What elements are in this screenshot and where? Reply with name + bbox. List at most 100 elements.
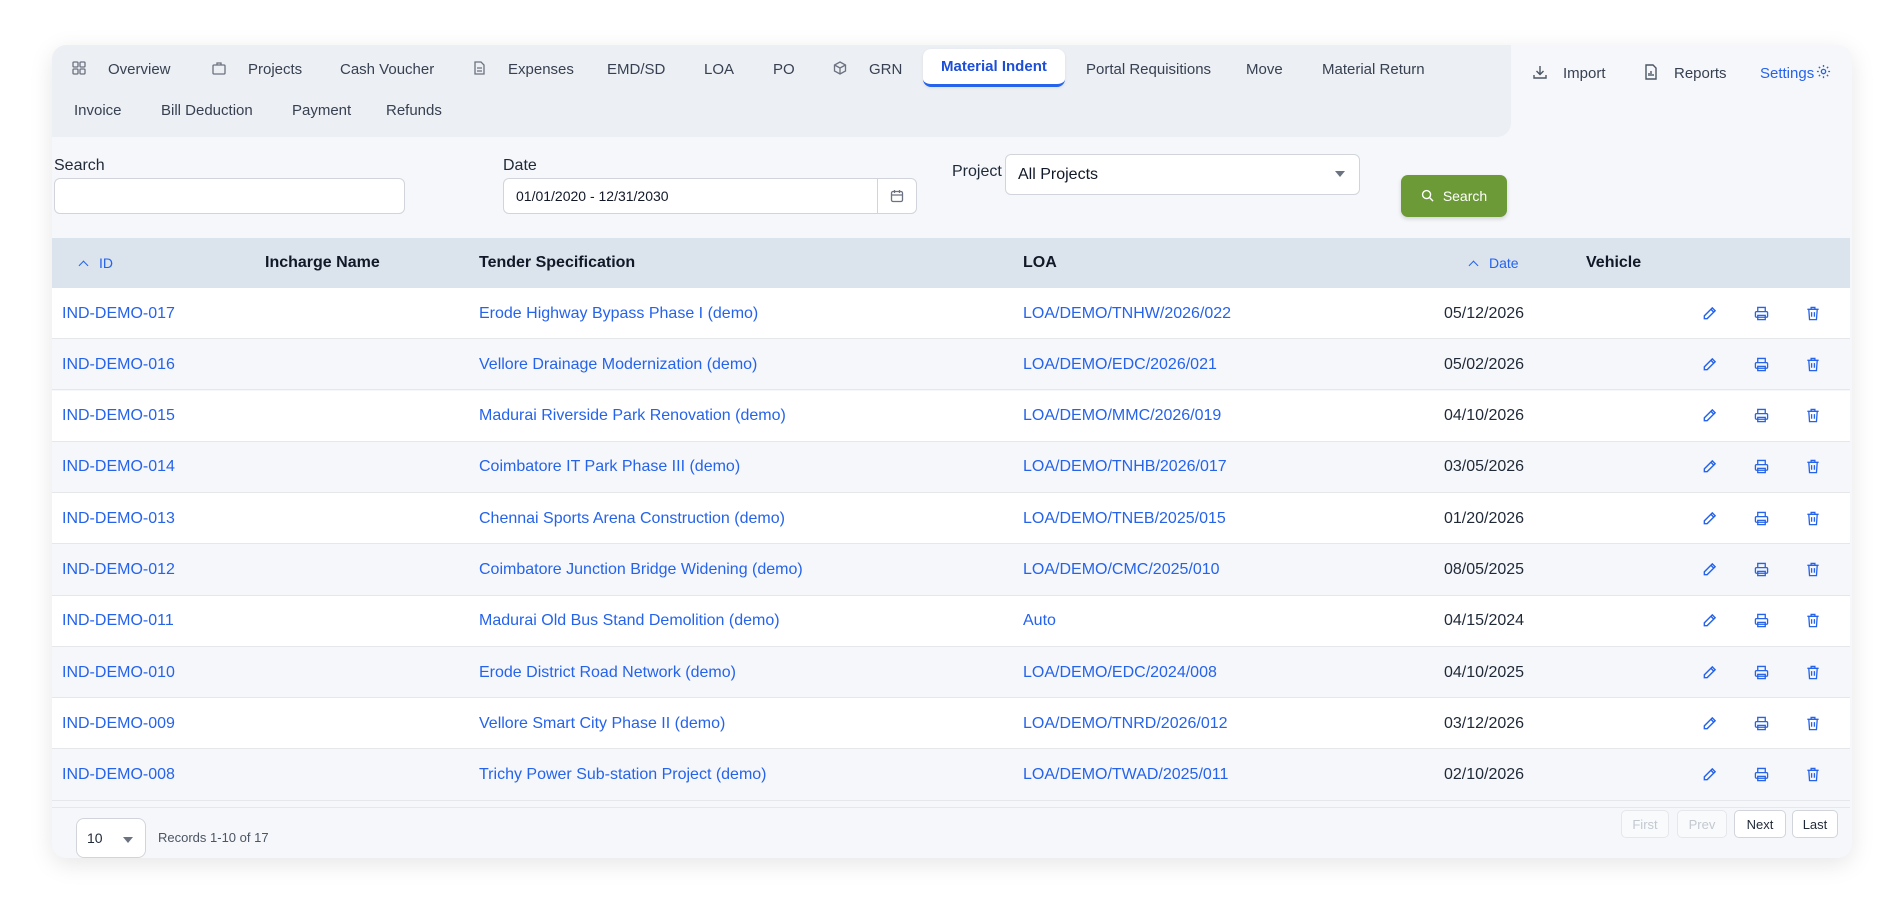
tab-bill-deduction[interactable]: Bill Deduction [161, 91, 253, 129]
edit-icon[interactable] [1700, 509, 1718, 527]
loa-link[interactable]: LOA/DEMO/EDC/2024/008 [1023, 647, 1217, 698]
tender-specification-link[interactable]: Vellore Smart City Phase II (demo) [479, 698, 725, 749]
loa-link[interactable]: LOA/DEMO/TNHW/2026/022 [1023, 288, 1231, 339]
first-page-button[interactable]: First [1621, 810, 1669, 838]
loa-link[interactable]: LOA/DEMO/TNRD/2026/012 [1023, 698, 1228, 749]
tender-specification-link[interactable]: Trichy Power Sub-station Project (demo) [479, 750, 767, 801]
tender-specification-link[interactable]: Madurai Riverside Park Renovation (demo) [479, 391, 786, 442]
tab-move[interactable]: Move [1246, 50, 1283, 88]
tab-material-return[interactable]: Material Return [1322, 50, 1425, 88]
calendar-icon[interactable] [877, 178, 916, 214]
print-icon[interactable] [1752, 407, 1770, 425]
delete-icon[interactable] [1804, 766, 1822, 784]
delete-icon[interactable] [1804, 714, 1822, 732]
column-header-date[interactable]: Date [1468, 238, 1519, 288]
print-icon[interactable] [1752, 663, 1770, 681]
indent-id-link[interactable]: IND-DEMO-016 [62, 339, 175, 390]
delete-icon[interactable] [1804, 355, 1822, 373]
loa-link[interactable]: LOA/DEMO/TWAD/2025/011 [1023, 750, 1228, 801]
edit-icon[interactable] [1700, 355, 1718, 373]
tender-specification-link[interactable]: Chennai Sports Arena Construction (demo) [479, 493, 785, 544]
tab-portal-requisitions[interactable]: Portal Requisitions [1086, 50, 1211, 88]
print-icon[interactable] [1752, 509, 1770, 527]
tender-specification-link[interactable]: Coimbatore Junction Bridge Widening (dem… [479, 545, 803, 596]
tab-emd-sd[interactable]: EMD/SD [607, 50, 665, 88]
tab-material-indent[interactable]: Material Indent [923, 49, 1065, 87]
indent-id-link[interactable]: IND-DEMO-008 [62, 750, 175, 801]
edit-icon[interactable] [1700, 304, 1718, 322]
indent-id-link[interactable]: IND-DEMO-012 [62, 545, 175, 596]
edit-icon[interactable] [1700, 766, 1718, 784]
tab-payment[interactable]: Payment [292, 91, 351, 129]
edit-icon[interactable] [1700, 714, 1718, 732]
print-icon[interactable] [1752, 304, 1770, 322]
indent-id-link[interactable]: IND-DEMO-011 [62, 596, 174, 647]
print-icon[interactable] [1752, 561, 1770, 579]
search-button[interactable]: Search [1401, 175, 1507, 217]
indent-id-link[interactable]: IND-DEMO-014 [62, 442, 175, 493]
date-range-value: 01/01/2020 - 12/31/2030 [516, 188, 669, 204]
print-icon[interactable] [1752, 458, 1770, 476]
tender-specification-link[interactable]: Erode Highway Bypass Phase I (demo) [479, 288, 758, 339]
project-select[interactable]: All Projects [1005, 154, 1360, 195]
tender-specification-link[interactable]: Coimbatore IT Park Phase III (demo) [479, 442, 740, 493]
last-page-button[interactable]: Last [1792, 810, 1838, 838]
tab-refunds[interactable]: Refunds [386, 91, 442, 129]
tab-cash-voucher[interactable]: Cash Voucher [340, 50, 434, 88]
delete-icon[interactable] [1804, 458, 1822, 476]
indent-id-link[interactable]: IND-DEMO-015 [62, 391, 175, 442]
delete-icon[interactable] [1804, 561, 1822, 579]
edit-icon[interactable] [1700, 612, 1718, 630]
loa-link[interactable]: LOA/DEMO/MMC/2026/019 [1023, 391, 1221, 442]
print-icon[interactable] [1752, 714, 1770, 732]
tender-specification-link[interactable]: Vellore Drainage Modernization (demo) [479, 339, 757, 390]
main-card: Overview Projects Cash Voucher Expenses … [52, 45, 1852, 858]
page-size-select[interactable]: 10 [76, 818, 146, 858]
indent-id-link[interactable]: IND-DEMO-010 [62, 647, 175, 698]
indent-id-link[interactable]: IND-DEMO-009 [62, 698, 175, 749]
column-header-id[interactable]: ID [78, 238, 113, 288]
delete-icon[interactable] [1804, 304, 1822, 322]
print-icon[interactable] [1752, 612, 1770, 630]
tab-label: PO [773, 60, 795, 78]
loa-link[interactable]: LOA/DEMO/CMC/2025/010 [1023, 545, 1220, 596]
tab-loa[interactable]: LOA [704, 50, 734, 88]
tab-po[interactable]: PO [773, 50, 795, 88]
date-range-input[interactable]: 01/01/2020 - 12/31/2030 [503, 178, 917, 214]
tender-specification-link[interactable]: Madurai Old Bus Stand Demolition (demo) [479, 596, 780, 647]
delete-icon[interactable] [1804, 663, 1822, 681]
tab-expenses[interactable]: Expenses [472, 50, 574, 88]
indent-id-link[interactable]: IND-DEMO-017 [62, 288, 175, 339]
loa-link[interactable]: Auto [1023, 596, 1056, 647]
tab-grn[interactable]: GRN [833, 50, 902, 88]
reports-button[interactable]: Reports [1643, 62, 1727, 84]
loa-link[interactable]: LOA/DEMO/TNHB/2026/017 [1023, 442, 1227, 493]
indent-id-link[interactable]: IND-DEMO-013 [62, 493, 175, 544]
search-button-label: Search [1442, 188, 1488, 204]
tab-overview[interactable]: Overview [72, 50, 171, 88]
edit-icon[interactable] [1700, 663, 1718, 681]
loa-link[interactable]: LOA/DEMO/EDC/2026/021 [1023, 339, 1217, 390]
tab-projects[interactable]: Projects [212, 50, 302, 88]
indent-date: 03/05/2026 [1444, 458, 1525, 476]
import-label: Import [1563, 64, 1606, 82]
delete-icon[interactable] [1804, 612, 1822, 630]
tab-label: Material Indent [941, 58, 1047, 75]
print-icon[interactable] [1752, 766, 1770, 784]
print-icon[interactable] [1752, 355, 1770, 373]
prev-page-button[interactable]: Prev [1677, 810, 1727, 838]
delete-icon[interactable] [1804, 407, 1822, 425]
search-input[interactable] [54, 178, 405, 214]
tender-specification-link[interactable]: Erode District Road Network (demo) [479, 647, 736, 698]
loa-link[interactable]: LOA/DEMO/TNEB/2025/015 [1023, 493, 1226, 544]
edit-icon[interactable] [1700, 561, 1718, 579]
settings-button[interactable]: Settings [1760, 62, 1834, 84]
edit-icon[interactable] [1700, 458, 1718, 476]
next-page-button[interactable]: Next [1734, 810, 1786, 838]
tab-label: Refunds [386, 101, 442, 119]
tab-invoice[interactable]: Invoice [74, 91, 122, 129]
delete-icon[interactable] [1804, 509, 1822, 527]
import-button[interactable]: Import [1532, 62, 1606, 84]
indent-date: 04/15/2024 [1444, 612, 1525, 630]
edit-icon[interactable] [1700, 407, 1718, 425]
